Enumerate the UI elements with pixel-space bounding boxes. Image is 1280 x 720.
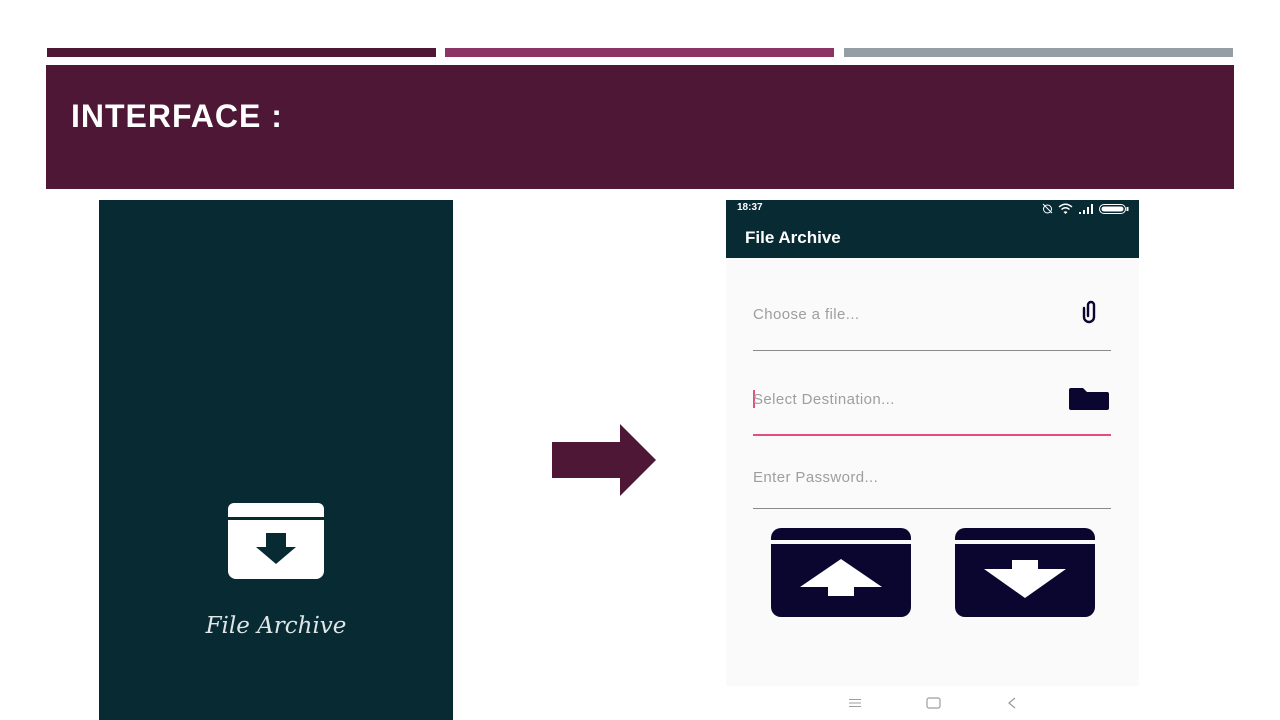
paperclip-icon[interactable] (1077, 299, 1101, 327)
phone-screen: 18:37 File Archive Choose a file... Sele… (726, 200, 1139, 720)
choose-file-field[interactable]: Choose a file... (753, 295, 1111, 351)
alarm-off-icon (1042, 203, 1053, 214)
status-bar: 18:37 (726, 200, 1139, 217)
select-destination-field[interactable]: Select Destination... (753, 380, 1111, 436)
select-destination-underline (753, 434, 1111, 436)
splash-app-name: File Archive (205, 613, 347, 639)
arrow-right-icon (552, 424, 656, 496)
top-stripe-3 (844, 48, 1233, 57)
battery-icon (1099, 203, 1129, 214)
signal-icon (1079, 203, 1093, 214)
slide-title: INTERFACE : (71, 98, 283, 134)
status-time: 18:37 (737, 202, 763, 213)
password-underline (753, 508, 1111, 509)
top-stripe-1 (47, 48, 436, 57)
app-bar: File Archive (726, 217, 1139, 258)
status-icons (1042, 202, 1129, 215)
top-stripe-2 (445, 48, 834, 57)
home-icon[interactable] (926, 697, 941, 709)
splash-screen: File Archive (99, 200, 453, 720)
wifi-icon (1058, 203, 1073, 214)
choose-file-placeholder: Choose a file... (753, 306, 860, 323)
archive-download-button[interactable] (955, 528, 1095, 617)
menu-icon[interactable] (848, 698, 862, 708)
choose-file-underline (753, 350, 1111, 351)
select-destination-placeholder: Select Destination... (753, 391, 895, 408)
folder-icon[interactable] (1069, 388, 1109, 410)
app-title: File Archive (745, 228, 841, 247)
back-icon[interactable] (1007, 697, 1017, 709)
password-placeholder: Enter Password... (753, 469, 879, 486)
archive-download-icon (228, 503, 324, 579)
navigation-bar (726, 686, 1139, 720)
password-field[interactable]: Enter Password... (753, 465, 1111, 510)
archive-upload-button[interactable] (771, 528, 911, 617)
